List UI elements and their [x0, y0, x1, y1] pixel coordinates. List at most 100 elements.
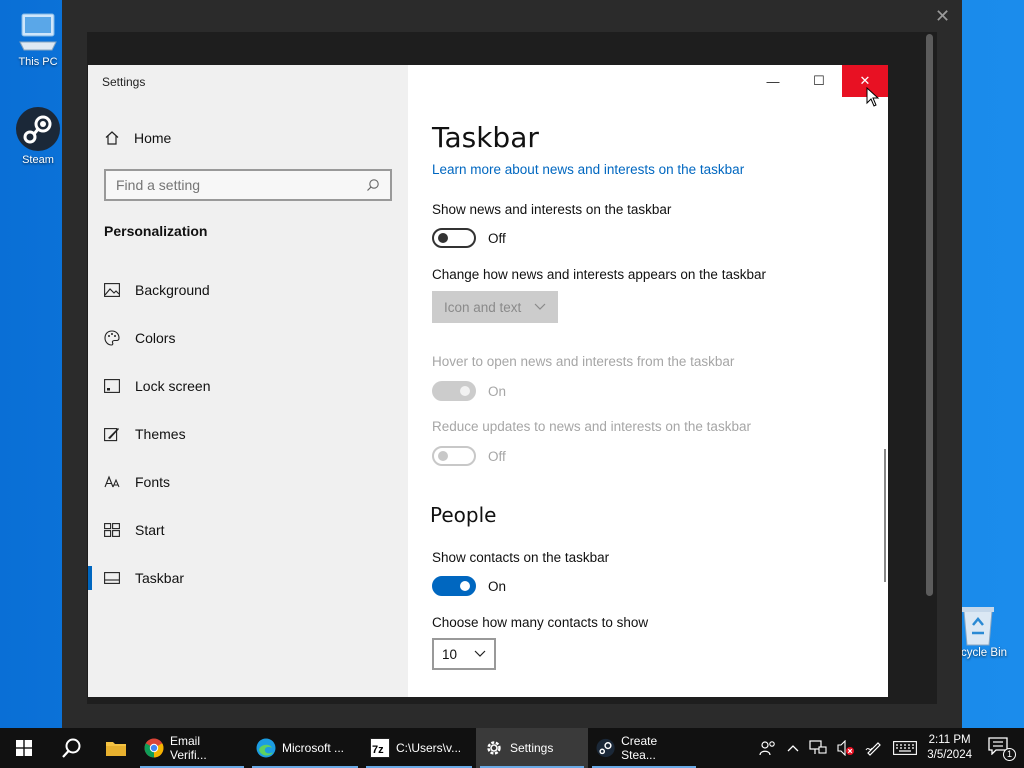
sidebar-item-themes[interactable]: Themes [88, 410, 408, 458]
appearance-value: Icon and text [444, 299, 522, 315]
network-icon[interactable] [809, 740, 827, 756]
app-title: Settings [102, 75, 146, 89]
sidebar-item-label: Themes [135, 426, 186, 442]
mouse-cursor-icon [866, 87, 880, 107]
picture-icon [104, 282, 120, 298]
home-nav-item[interactable]: Home [104, 130, 171, 146]
sidebar-nav: Background Colors Lock screen Themes Fon… [88, 266, 408, 602]
sidebar-item-colors[interactable]: Colors [88, 314, 408, 362]
reduce-updates-toggle[interactable] [432, 446, 476, 466]
recycle-bin-icon [962, 607, 994, 646]
taskbar-app-settings[interactable]: Settings [476, 728, 588, 768]
chrome-icon [144, 738, 164, 758]
7zip-icon: 7z [370, 738, 390, 758]
start-button[interactable] [0, 728, 48, 768]
settings-content: — ☐ ✕ Taskbar Learn more about news and … [408, 65, 888, 697]
taskbar-icon [104, 570, 120, 586]
sidebar-item-label: Start [135, 522, 165, 538]
desktop-icon-recycle-bin[interactable]: cycle Bin [956, 603, 1007, 659]
taskbar-app-label: Create Stea... [621, 734, 658, 762]
desktop-icon-steam[interactable]: Steam [8, 106, 68, 166]
section-heading: Personalization [104, 223, 208, 239]
show-news-toggle[interactable] [432, 228, 476, 248]
svg-text:7z: 7z [372, 744, 384, 756]
taskbar-app-7zip[interactable]: 7z C:\Users\v... [362, 728, 476, 768]
background-window-scrollbar[interactable] [926, 34, 933, 596]
reduce-updates-toggle-row: Off [432, 446, 506, 466]
show-contacts-toggle[interactable] [432, 576, 476, 596]
contacts-count-dropdown[interactable]: 10 [432, 638, 496, 670]
gear-icon [487, 741, 501, 755]
taskbar-app-label: Microsoft ... [282, 741, 345, 755]
keyboard-icon[interactable] [893, 741, 918, 755]
clock-date: 3/5/2024 [927, 749, 972, 761]
desktop-icon-label: cycle Bin [961, 647, 1008, 659]
show-contacts-label: Show contacts on the taskbar [432, 550, 610, 565]
desktop-icon-this-pc[interactable]: This PC [8, 10, 68, 68]
toggle-knob [438, 451, 448, 461]
desktop-icon-label: This PC [18, 56, 58, 68]
page-title: Taskbar [432, 121, 539, 154]
start-icon [104, 522, 120, 538]
chevron-down-icon [534, 303, 546, 310]
taskbar-app-chrome[interactable]: Email Verifi... [136, 728, 248, 768]
show-news-toggle-row: Off [432, 228, 506, 248]
clock-time: 2:11 PM [928, 734, 971, 746]
folder-icon [106, 742, 126, 756]
search-box[interactable] [104, 169, 392, 201]
people-heading: People [430, 503, 497, 527]
sidebar-item-fonts[interactable]: Fonts [88, 458, 408, 506]
appearance-dropdown[interactable]: Icon and text [432, 291, 558, 323]
volume-muted-icon[interactable] [837, 740, 855, 756]
taskbar-clock[interactable]: 2:11 PM 3/5/2024 [927, 733, 972, 763]
notification-badge: 1 [1003, 748, 1016, 761]
sidebar-item-background[interactable]: Background [88, 266, 408, 314]
background-window-close-button[interactable]: ✕ [935, 6, 950, 27]
hover-toggle[interactable] [432, 381, 476, 401]
sidebar-item-start[interactable]: Start [88, 506, 408, 554]
taskbar: Email Verifi... Microsoft ... 7z C:\User… [0, 728, 1024, 768]
sidebar-item-taskbar[interactable]: Taskbar [88, 554, 408, 602]
desktop-icon-label: Steam [22, 154, 54, 166]
people-icon[interactable] [759, 740, 777, 756]
taskbar-app-edge[interactable]: Microsoft ... [248, 728, 362, 768]
taskbar-file-explorer[interactable] [96, 728, 136, 768]
chevron-down-icon [474, 650, 486, 657]
sidebar-item-label: Taskbar [135, 570, 185, 586]
taskbar-app-label: C:\Users\v... [396, 741, 462, 755]
lock-screen-icon [104, 378, 120, 394]
settings-window: Settings Home Personalization Background [88, 65, 888, 697]
minimize-button[interactable]: — [750, 65, 796, 97]
sidebar-item-label: Background [135, 282, 210, 298]
toggle-state-label: Off [488, 448, 506, 464]
search-icon [62, 738, 81, 758]
edge-icon [256, 738, 276, 758]
taskbar-app-label: Email Verifi... [170, 734, 207, 762]
toggle-state-label: On [488, 383, 507, 399]
toggle-knob [460, 581, 470, 591]
taskbar-search-button[interactable] [48, 728, 96, 768]
sidebar-item-label: Fonts [135, 474, 171, 490]
notification-center-button[interactable]: 1 [988, 737, 1016, 761]
show-contacts-toggle-row: On [432, 576, 506, 596]
chevron-up-icon[interactable] [787, 744, 799, 752]
sidebar-item-lock-screen[interactable]: Lock screen [88, 362, 408, 410]
maximize-button[interactable]: ☐ [796, 65, 842, 97]
hover-toggle-row: On [432, 381, 506, 401]
steam-icon [16, 107, 60, 151]
change-appearance-label: Change how news and interests appears on… [432, 267, 766, 282]
system-tray: 2:11 PM 3/5/2024 1 [759, 728, 1024, 768]
taskbar-app-steam[interactable]: Create Stea... [588, 728, 700, 768]
settings-sidebar: Settings Home Personalization Background [88, 65, 408, 697]
pen-icon[interactable] [865, 740, 883, 756]
search-input[interactable] [116, 177, 356, 193]
contacts-count-label: Choose how many contacts to show [432, 615, 649, 630]
close-button[interactable]: ✕ [842, 65, 888, 97]
home-label: Home [134, 130, 172, 146]
toggle-knob [438, 233, 448, 243]
learn-more-link[interactable]: Learn more about news and interests on t… [432, 162, 744, 177]
reduce-updates-label: Reduce updates to news and interests on … [432, 419, 751, 434]
windows-logo-icon [16, 740, 32, 756]
toggle-state-label: Off [488, 230, 506, 246]
content-scrollbar[interactable] [884, 449, 886, 582]
